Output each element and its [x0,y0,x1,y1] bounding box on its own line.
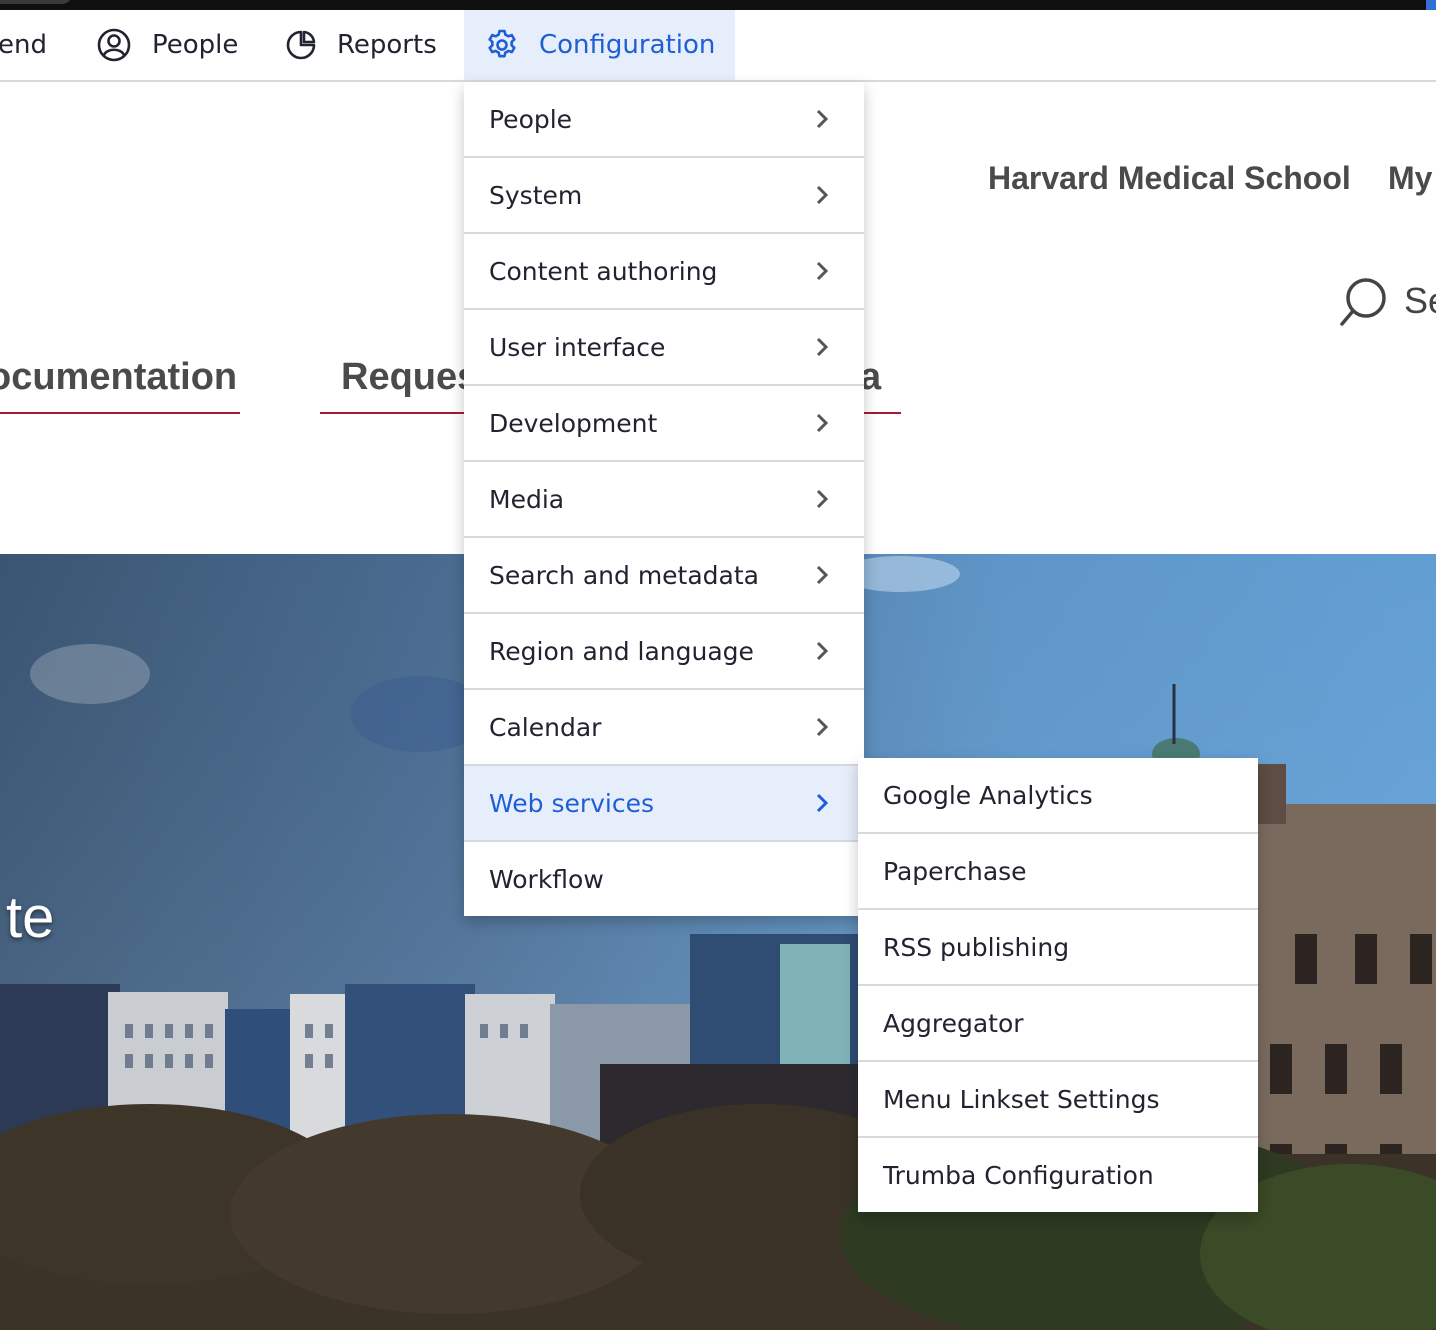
menu-item-system[interactable]: System [464,158,864,234]
hero-title: te [6,885,55,950]
menu-item-region-and-language[interactable]: Region and language [464,614,864,690]
nav-tab-label: ocumentation [0,356,238,398]
search-label[interactable]: Se [1404,280,1436,322]
chevron-right-icon [816,109,829,129]
tab-pill [0,0,72,4]
menu-item-search-and-metadata[interactable]: Search and metadata [464,538,864,614]
chevron-right-icon [816,565,829,585]
menu-item-media[interactable]: Media [464,462,864,538]
menu-item-label: Content authoring [489,256,718,286]
chevron-right-icon [816,185,829,205]
nav-tab-documentation[interactable]: ocumentation [0,350,240,414]
submenu-item-menu-linkset-settings[interactable]: Menu Linkset Settings [858,1062,1258,1138]
menu-item-label: User interface [489,332,666,362]
menu-item-label: Trumba Configuration [883,1160,1154,1190]
toolbar-item-label: People [152,30,239,60]
menu-item-label: Menu Linkset Settings [883,1084,1160,1114]
menu-item-web-services[interactable]: Web services [464,766,864,842]
harvard-medical-school-link[interactable]: Harvard Medical School [988,160,1351,197]
toolbar-item-people[interactable]: People [96,10,238,80]
toolbar-item-label: Reports [337,30,437,60]
submenu-item-aggregator[interactable]: Aggregator [858,986,1258,1062]
menu-item-workflow[interactable]: Workflow [464,842,864,916]
browser-top-strip [0,0,1436,10]
menu-item-calendar[interactable]: Calendar [464,690,864,766]
menu-item-label: Search and metadata [489,560,759,590]
menu-item-label: RSS publishing [883,932,1070,962]
menu-item-label: People [489,104,573,134]
menu-item-label: System [489,180,583,210]
nav-tab-label: Reques [341,356,464,398]
toolbar-item-label: end [0,30,47,60]
submenu-item-rss-publishing[interactable]: RSS publishing [858,910,1258,986]
gear-icon [488,29,516,58]
pie-chart-icon [286,30,316,60]
menu-item-label: Media [489,484,565,514]
nav-tab-request[interactable]: Reques [320,350,464,414]
menu-item-label: Region and language [489,636,754,666]
chevron-right-icon [816,717,829,737]
nav-tab-partial[interactable]: a [864,350,901,414]
accent-corner [1426,0,1436,10]
toolbar-item-end[interactable]: end [0,10,47,80]
toolbar-item-reports[interactable]: Reports [285,10,437,80]
menu-item-label: Calendar [489,712,602,742]
menu-item-label: Aggregator [883,1008,1024,1038]
nav-tab-label: a [864,356,881,399]
menu-item-label: Development [489,408,658,438]
menu-item-label: Workflow [489,864,604,894]
user-circle-icon [97,28,131,62]
chevron-right-icon [816,337,829,357]
menu-item-development[interactable]: Development [464,386,864,462]
menu-item-content-authoring[interactable]: Content authoring [464,234,864,310]
menu-item-user-interface[interactable]: User interface [464,310,864,386]
menu-item-label: Google Analytics [883,780,1093,810]
configuration-menu: People System Content authoring User int… [464,82,864,916]
menu-item-people[interactable]: People [464,82,864,158]
chevron-right-icon [816,413,829,433]
chevron-right-icon [816,489,829,509]
chevron-right-icon [816,261,829,281]
toolbar-item-configuration[interactable]: Configuration [464,10,735,80]
admin-toolbar: end People Reports Configuration [0,10,1436,82]
submenu-item-paperchase[interactable]: Paperchase [858,834,1258,910]
submenu-item-google-analytics[interactable]: Google Analytics [858,758,1258,834]
search-icon[interactable] [1338,276,1390,328]
web-services-submenu: Google Analytics Paperchase RSS publishi… [858,758,1258,1212]
chevron-right-icon [816,641,829,661]
chevron-right-icon [816,793,829,813]
toolbar-item-label: Configuration [539,30,716,60]
menu-item-label: Paperchase [883,856,1027,886]
menu-item-label: Web services [489,788,655,818]
my-link[interactable]: My [1388,160,1432,197]
submenu-item-trumba-configuration[interactable]: Trumba Configuration [858,1138,1258,1212]
